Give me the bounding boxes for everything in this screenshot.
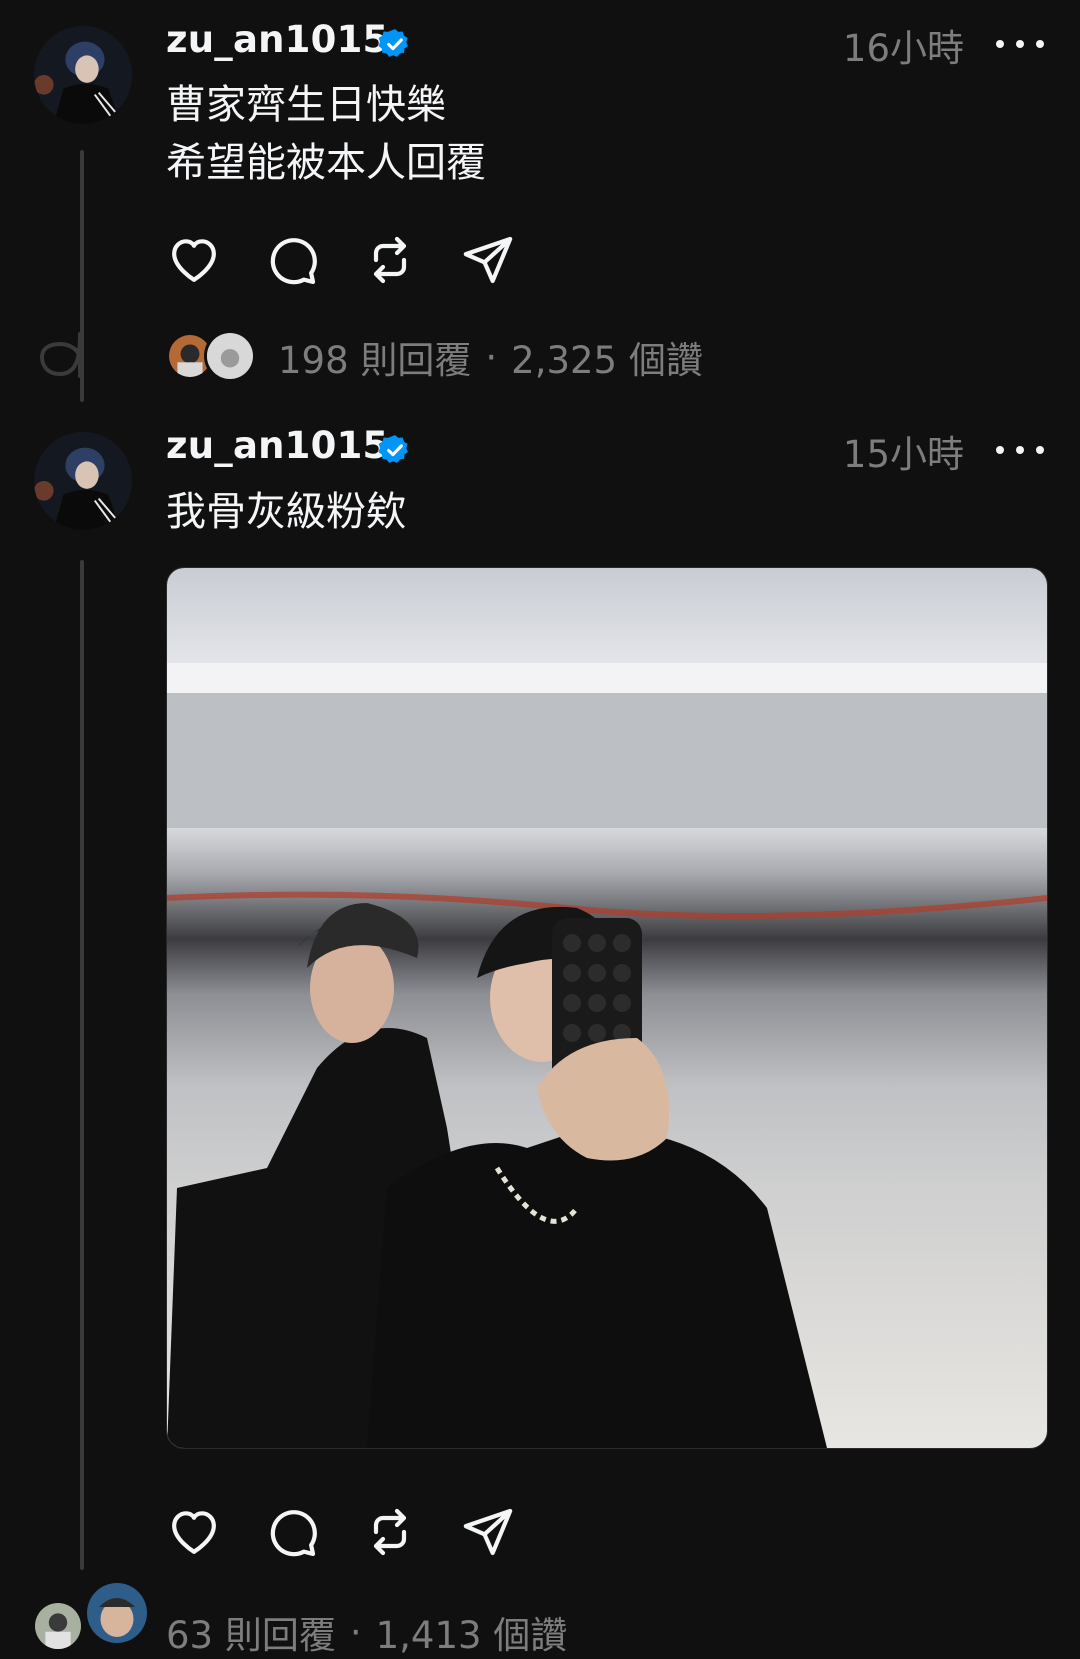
post-stats: 63 則回覆 · 1,413 個讚 xyxy=(166,1605,567,1659)
comment-icon xyxy=(270,1510,317,1557)
reply-count[interactable]: 63 則回覆 xyxy=(166,1605,336,1659)
like-count[interactable]: 1,413 個讚 xyxy=(376,1605,568,1659)
like-button[interactable] xyxy=(166,1504,222,1560)
post-text-line: 我骨灰級粉欸 xyxy=(166,489,406,535)
post-text: 我骨灰級粉欸 xyxy=(166,483,406,541)
post-image[interactable] xyxy=(166,567,1048,1449)
username[interactable]: zu_an1015 xyxy=(166,424,388,467)
separator: · xyxy=(349,1610,362,1654)
verified-badge-icon xyxy=(378,435,408,463)
action-bar xyxy=(166,1504,558,1560)
heart-icon xyxy=(172,1511,216,1554)
more-icon[interactable] xyxy=(996,430,1044,470)
thread-line xyxy=(80,560,84,1570)
repost-button[interactable] xyxy=(362,1504,418,1560)
reply-avatar xyxy=(32,1600,84,1652)
reply-avatar xyxy=(84,1580,150,1646)
avatar[interactable] xyxy=(34,432,132,530)
post-time: 15小時 xyxy=(842,433,964,476)
share-button[interactable] xyxy=(460,1504,516,1560)
reply-button[interactable] xyxy=(264,1504,320,1560)
send-icon xyxy=(463,1508,513,1556)
thread-post: zu_an1015 15小時 我骨灰級粉欸 63 則回覆 · 1,413 個讚 xyxy=(0,0,1080,1657)
repost-icon xyxy=(373,1508,407,1556)
